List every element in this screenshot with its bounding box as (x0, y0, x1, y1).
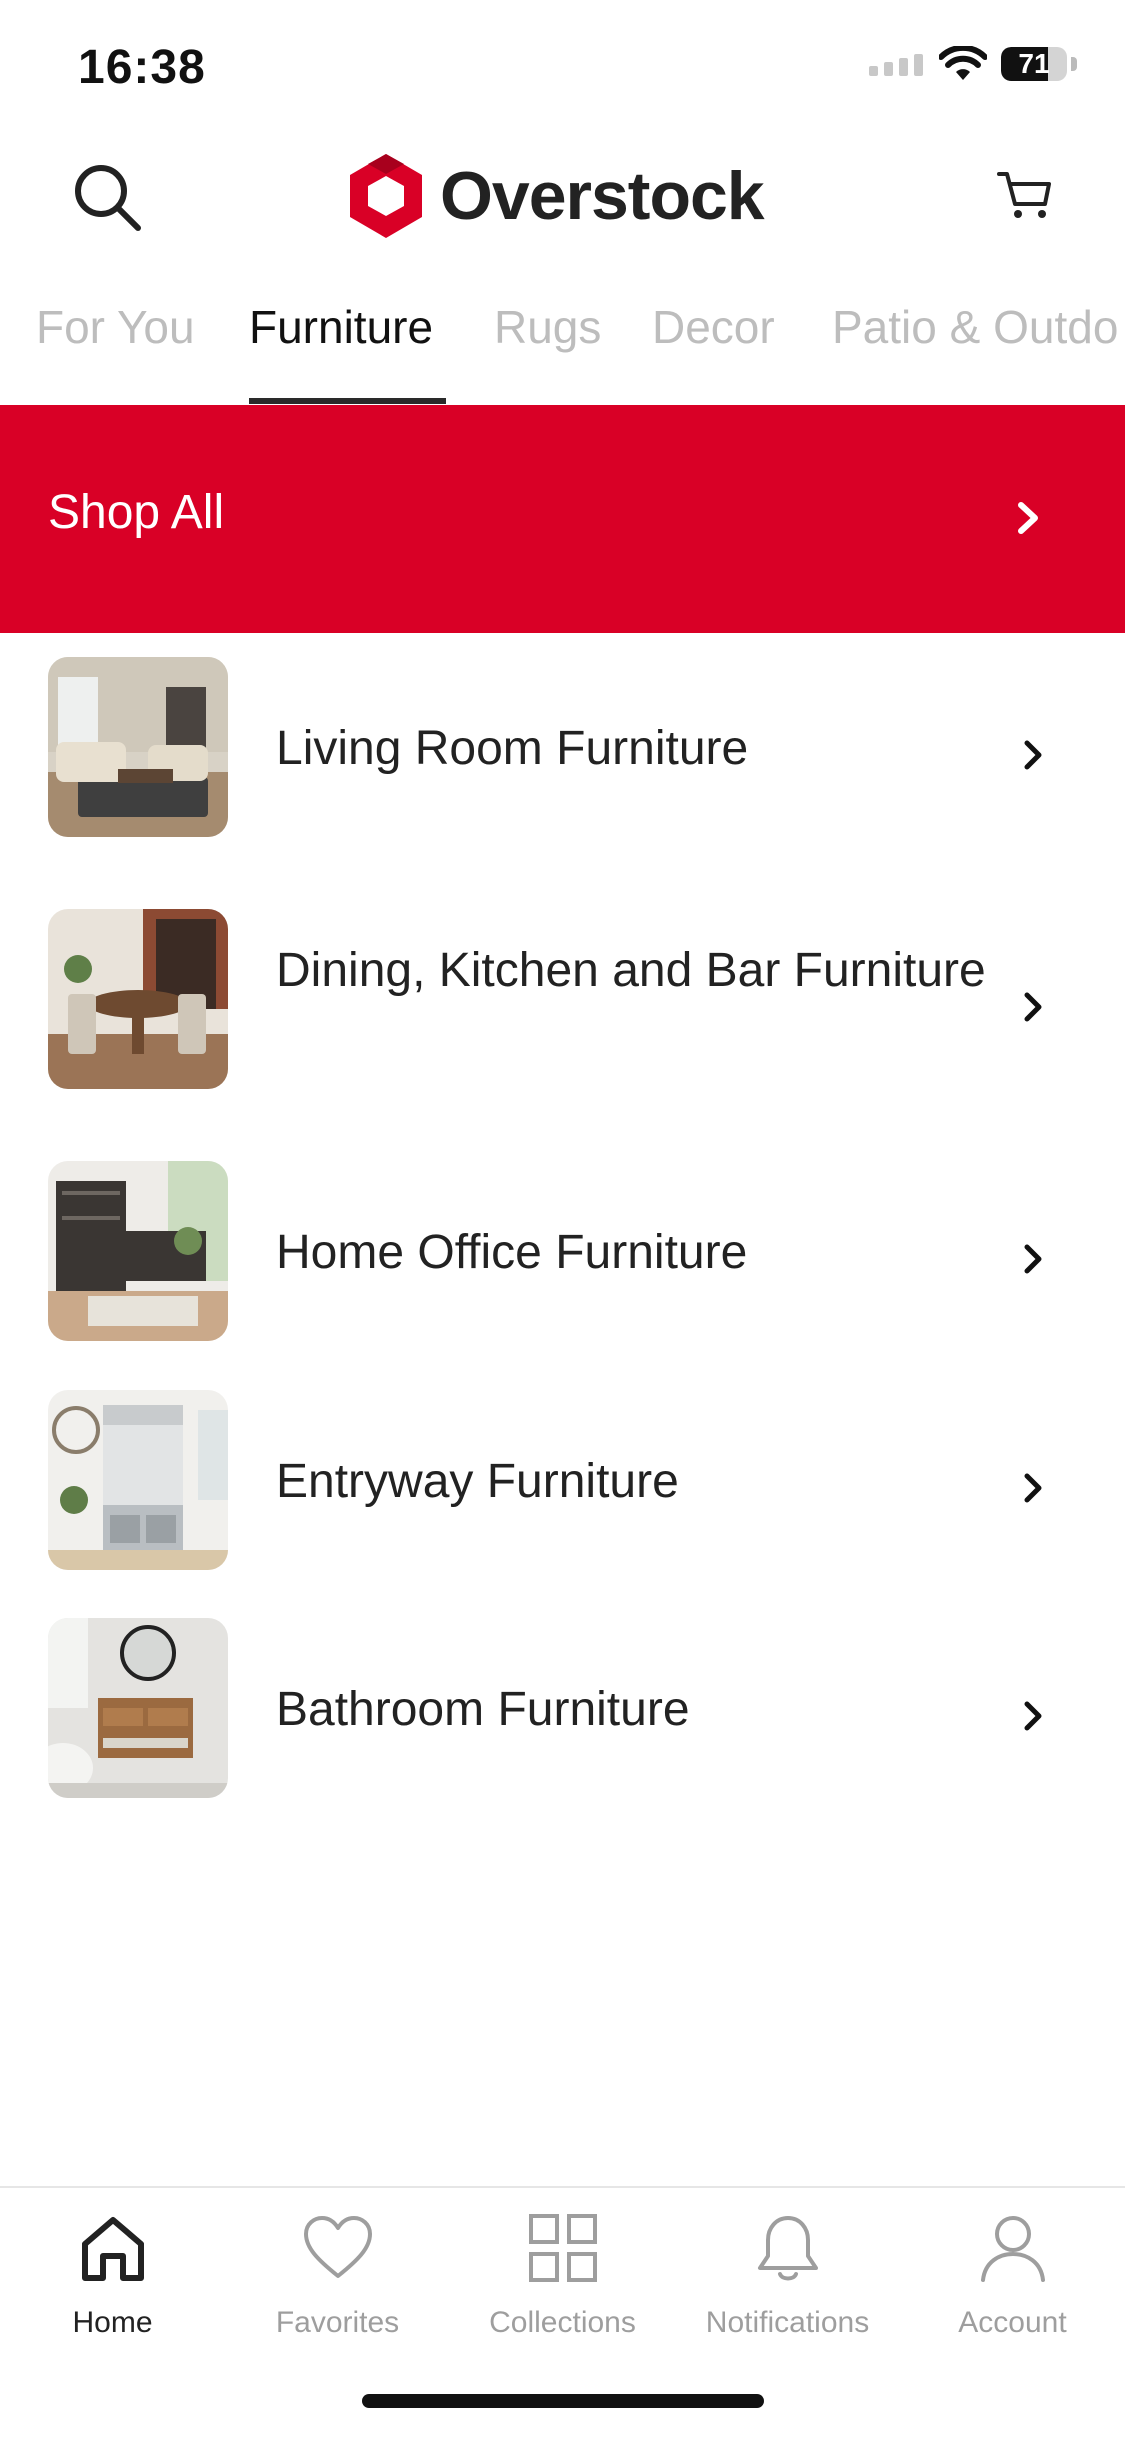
grid-icon (528, 2214, 597, 2282)
bottom-tab-label: Favorites (275, 2306, 400, 2339)
bathroom-image (48, 1618, 228, 1798)
tab-furniture[interactable]: Furniture (249, 300, 433, 354)
category-label: Bathroom Furniture (276, 1683, 690, 1736)
category-row-bathroom[interactable]: Bathroom Furniture (0, 1616, 1125, 1816)
header: Overstock (0, 130, 1125, 260)
status-icons: 71 (869, 46, 1077, 82)
bottom-tab-label: Collections (489, 2306, 636, 2339)
bottom-tab-account[interactable]: Account (900, 2210, 1125, 2340)
heart-icon (303, 2216, 372, 2278)
search-icon[interactable] (70, 160, 146, 236)
category-row-dining[interactable]: Dining, Kitchen and Bar Furniture (0, 907, 1125, 1107)
active-tab-indicator (249, 398, 446, 404)
logo-mark-icon (350, 154, 422, 238)
bottom-tab-label: Account (958, 2306, 1067, 2339)
tab-for-you[interactable]: For You (36, 300, 195, 354)
category-label: Dining, Kitchen and Bar Furniture (276, 944, 986, 997)
bottom-tab-label: Notifications (705, 2306, 870, 2339)
category-label: Living Room Furniture (276, 722, 749, 775)
category-label: Entryway Furniture (276, 1455, 679, 1508)
overstock-logo[interactable]: Overstock (346, 152, 765, 240)
chevron-right-icon (1024, 740, 1042, 770)
dining-room-image (48, 909, 228, 1089)
bottom-tab-collections[interactable]: Collections (450, 2210, 675, 2340)
category-label: Home Office Furniture (276, 1226, 748, 1279)
shop-all-label: Shop All (48, 486, 225, 539)
bottom-tab-notifications[interactable]: Notifications (675, 2210, 900, 2340)
cellular-signal-icon (869, 54, 923, 76)
bell-icon (757, 2216, 818, 2281)
category-tabs: For You Furniture Rugs Decor Patio & Out… (0, 290, 1125, 405)
living-room-image (48, 657, 228, 837)
home-indicator[interactable] (362, 2394, 764, 2408)
home-office-image (48, 1161, 228, 1341)
category-row-living-room[interactable]: Living Room Furniture (0, 655, 1125, 855)
bottom-tab-home[interactable]: Home (0, 2210, 225, 2340)
chevron-right-icon (1024, 992, 1042, 1022)
chevron-right-icon (1024, 1701, 1042, 1731)
chevron-right-icon (1018, 502, 1038, 534)
battery-level: 71 (1018, 48, 1050, 79)
person-icon (980, 2216, 1045, 2282)
bottom-tab-label: Home (72, 2306, 153, 2339)
tab-decor[interactable]: Decor (652, 300, 775, 354)
chevron-right-icon (1024, 1473, 1042, 1503)
wifi-icon (939, 46, 987, 80)
battery-indicator: 71 (1001, 47, 1067, 81)
shop-all-button[interactable]: Shop All (0, 405, 1125, 633)
tab-patio-outdoor[interactable]: Patio & Outdo (832, 300, 1118, 354)
bottom-tab-favorites[interactable]: Favorites (225, 2210, 450, 2340)
battery-nub (1071, 57, 1077, 71)
chevron-right-icon (1024, 1244, 1042, 1274)
category-row-home-office[interactable]: Home Office Furniture (0, 1159, 1125, 1359)
status-bar: 16:38 71 (0, 0, 1125, 130)
home-icon (81, 2217, 144, 2281)
logo-text: Overstock (440, 158, 765, 234)
status-time: 16:38 (78, 41, 206, 94)
entryway-image (48, 1390, 228, 1570)
tab-rugs[interactable]: Rugs (494, 300, 601, 354)
category-row-entryway[interactable]: Entryway Furniture (0, 1388, 1125, 1588)
cart-icon[interactable] (995, 164, 1055, 224)
